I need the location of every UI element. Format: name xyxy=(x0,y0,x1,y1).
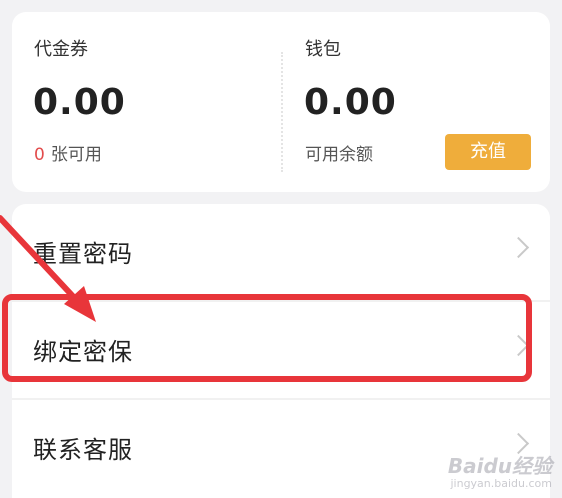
watermark: Baidu经验 jingyan.baidu.com xyxy=(448,450,552,490)
annotation-arrow-icon xyxy=(0,215,96,322)
watermark-sub: jingyan.baidu.com xyxy=(450,477,552,490)
watermark-text: Baidu经验 xyxy=(447,454,552,478)
